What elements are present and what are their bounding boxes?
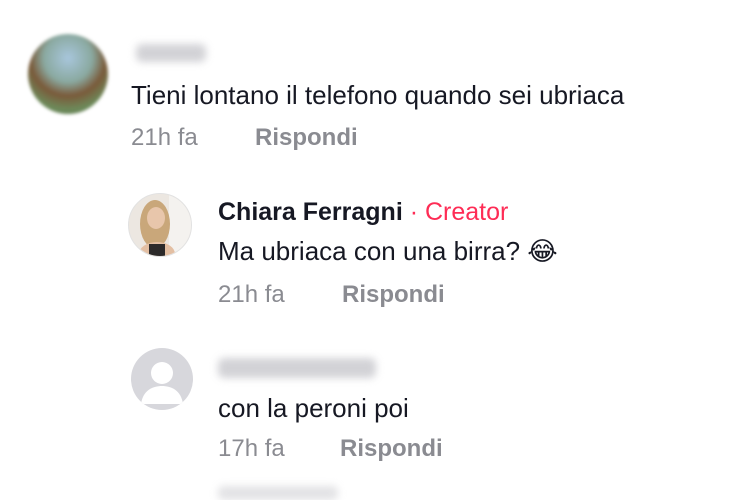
- default-avatar[interactable]: [131, 348, 193, 410]
- profile-photo-icon: [129, 194, 191, 256]
- next-comment-preview: [218, 486, 338, 500]
- comment-timestamp: 21h fa: [131, 124, 198, 151]
- blurred-username[interactable]: [136, 44, 206, 62]
- reply-button[interactable]: Rispondi: [340, 435, 443, 463]
- author-label[interactable]: Chiara Ferragni: [218, 198, 403, 226]
- comment-text: con la peroni poi: [218, 393, 409, 423]
- separator-dot: ·: [402, 198, 425, 226]
- comment-timestamp: 17h fa: [218, 435, 285, 462]
- reply-button[interactable]: Rispondi: [255, 124, 358, 152]
- blurred-username[interactable]: [218, 358, 376, 378]
- reply-button[interactable]: Rispondi: [342, 281, 445, 309]
- avatar[interactable]: [28, 34, 108, 114]
- creator-badge: Creator: [425, 198, 509, 226]
- comment-timestamp: 21h fa: [218, 281, 285, 308]
- avatar[interactable]: [128, 193, 192, 257]
- comment-text: Ma ubriaca con una birra? 😂: [218, 236, 558, 266]
- author-name[interactable]: Chiara Ferragni · Creator: [218, 198, 508, 227]
- comment-text: Tieni lontano il telefono quando sei ubr…: [131, 80, 625, 110]
- user-silhouette-icon: [141, 362, 183, 404]
